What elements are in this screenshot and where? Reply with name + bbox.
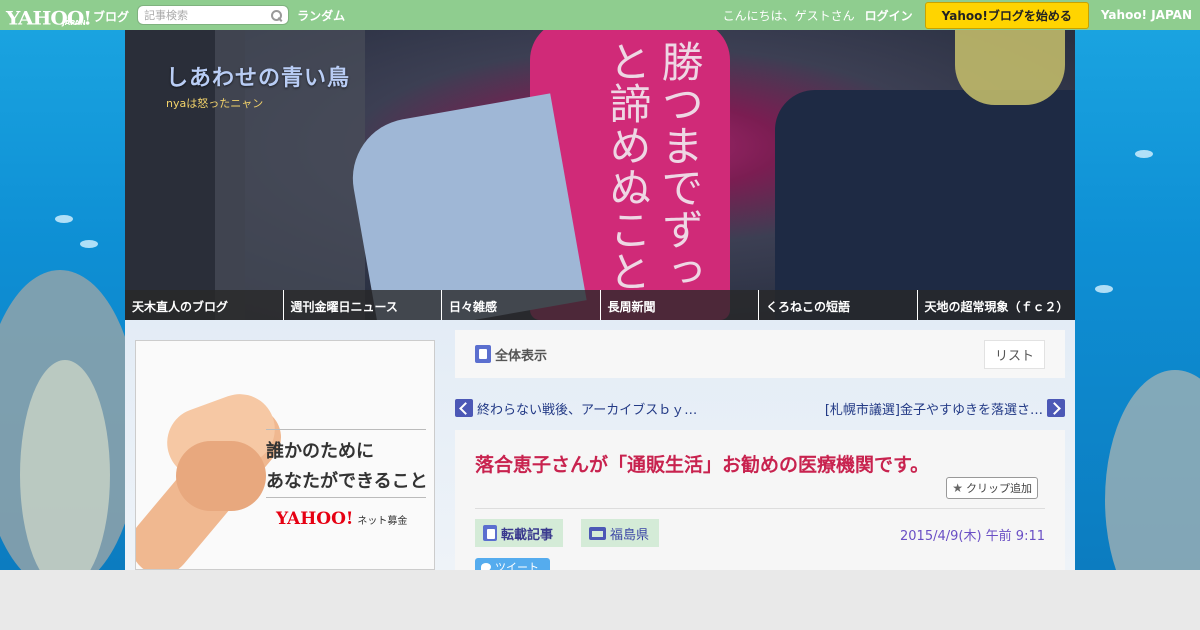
arrow-left-icon[interactable] [455, 399, 473, 417]
yahoo-japan-link[interactable]: Yahoo! JAPAN [1101, 8, 1192, 22]
background-ocean-left [0, 30, 125, 570]
ad-yahoo-logo: YAHOO! [276, 509, 354, 529]
repost-tag[interactable]: 転載記事 [475, 519, 564, 547]
random-link[interactable]: ランダム [297, 7, 345, 24]
blog-link-nav: 天木直人のブログ 週刊金曜日ニュース 日々雑感 長周新聞 くろねこの短語 天地の… [125, 290, 1075, 320]
blog-subtitle: nyaは怒ったニャン [166, 97, 264, 110]
view-all-label: 全体表示 [495, 348, 548, 364]
document-icon [483, 525, 497, 541]
fish-decoration [1135, 150, 1153, 158]
search-input[interactable] [144, 8, 265, 22]
article-pager: 終わらない戦後、アーカイブスｂｙ… [札幌市議選]金子やすゆきを落選さ… [455, 397, 1065, 419]
header-photo-shape [343, 93, 587, 320]
shirt-writing: 勝つまでずっと諦めぬこと [603, 40, 704, 292]
ad-line-1: 誰かのために [266, 441, 374, 462]
fish-decoration [1095, 285, 1113, 293]
start-blog-button[interactable]: Yahoo!ブログを始める [924, 1, 1089, 29]
article-title[interactable]: 落合恵子さんが「通販生活」お勧めの医療機関です。 [475, 450, 929, 477]
page-bottom-area [0, 570, 1200, 630]
clip-add-label: クリップ追加 [966, 482, 1032, 495]
coral-decoration [1105, 370, 1200, 570]
top-right-area: こんにちは、ゲストさん ログイン Yahoo!ブログを始める Yahoo! JA… [722, 1, 1200, 29]
document-icon [475, 345, 491, 363]
yahoo-blog-logo[interactable]: YAHOO! JAPAN ブログ [6, 2, 129, 28]
article-date: 2015/4/9(木) 午前 9:11 [900, 529, 1045, 544]
nav-item[interactable]: 長周新聞 [600, 290, 759, 320]
article-card: 落合恵子さんが「通販生活」お勧めの医療機関です。 ★ クリップ追加 転載記事 福… [455, 430, 1065, 570]
ad-divider [266, 429, 426, 430]
divider [475, 508, 1045, 509]
ad-line-2: あなたができること [266, 471, 428, 492]
previous-article-link[interactable]: 終わらない戦後、アーカイブスｂｙ… [477, 399, 697, 418]
header-photo-shape [955, 30, 1065, 105]
search-box [137, 5, 290, 25]
list-button[interactable]: リスト [983, 339, 1045, 369]
folder-icon [589, 526, 606, 540]
nav-item[interactable]: くろねこの短語 [759, 290, 918, 320]
nav-item[interactable]: 天木直人のブログ [125, 290, 284, 320]
blog-title[interactable]: しあわせの青い鳥 [166, 60, 350, 92]
ad-logo: YAHOO! ネット募金 [276, 509, 407, 529]
background-ocean-right [1075, 30, 1200, 570]
logo-blog: ブログ [93, 10, 130, 24]
fish-decoration [80, 240, 98, 248]
clip-add-button[interactable]: ★ クリップ追加 [946, 477, 1038, 499]
donation-ad-banner[interactable]: 誰かのために あなたができること YAHOO! ネット募金 [135, 340, 435, 570]
fish-decoration [55, 215, 73, 223]
category-tag[interactable]: 福島県 [581, 519, 660, 547]
logo-sub: JAPAN [62, 19, 86, 27]
nav-item[interactable]: 天地の超常現象（ｆｃ２） [917, 290, 1075, 320]
star-icon: ★ [952, 481, 963, 495]
arrow-right-icon[interactable] [1047, 399, 1065, 417]
ad-hand-image [176, 441, 266, 511]
nav-item[interactable]: 週刊金曜日ニュース [283, 290, 442, 320]
ad-service-name: ネット募金 [357, 516, 408, 527]
greeting-text: こんにちは、ゲストさん [722, 8, 855, 23]
next-article-link[interactable]: [札幌市議選]金子やすゆきを落選さ… [825, 399, 1043, 418]
header-photo-shape [775, 90, 1075, 320]
category-tag-label: 福島県 [610, 527, 650, 543]
search-icon[interactable] [271, 9, 283, 21]
ad-divider [266, 497, 426, 498]
top-navigation-bar: YAHOO! JAPAN ブログ ランダム こんにちは、ゲストさん ログイン Y… [0, 0, 1200, 30]
article-list-header: 全体表示 リスト [455, 330, 1065, 378]
repost-tag-label: 転載記事 [501, 527, 554, 543]
nav-item[interactable]: 日々雑感 [442, 290, 601, 320]
view-all-title: 全体表示 [475, 345, 547, 364]
login-link[interactable]: ログイン [865, 7, 913, 24]
